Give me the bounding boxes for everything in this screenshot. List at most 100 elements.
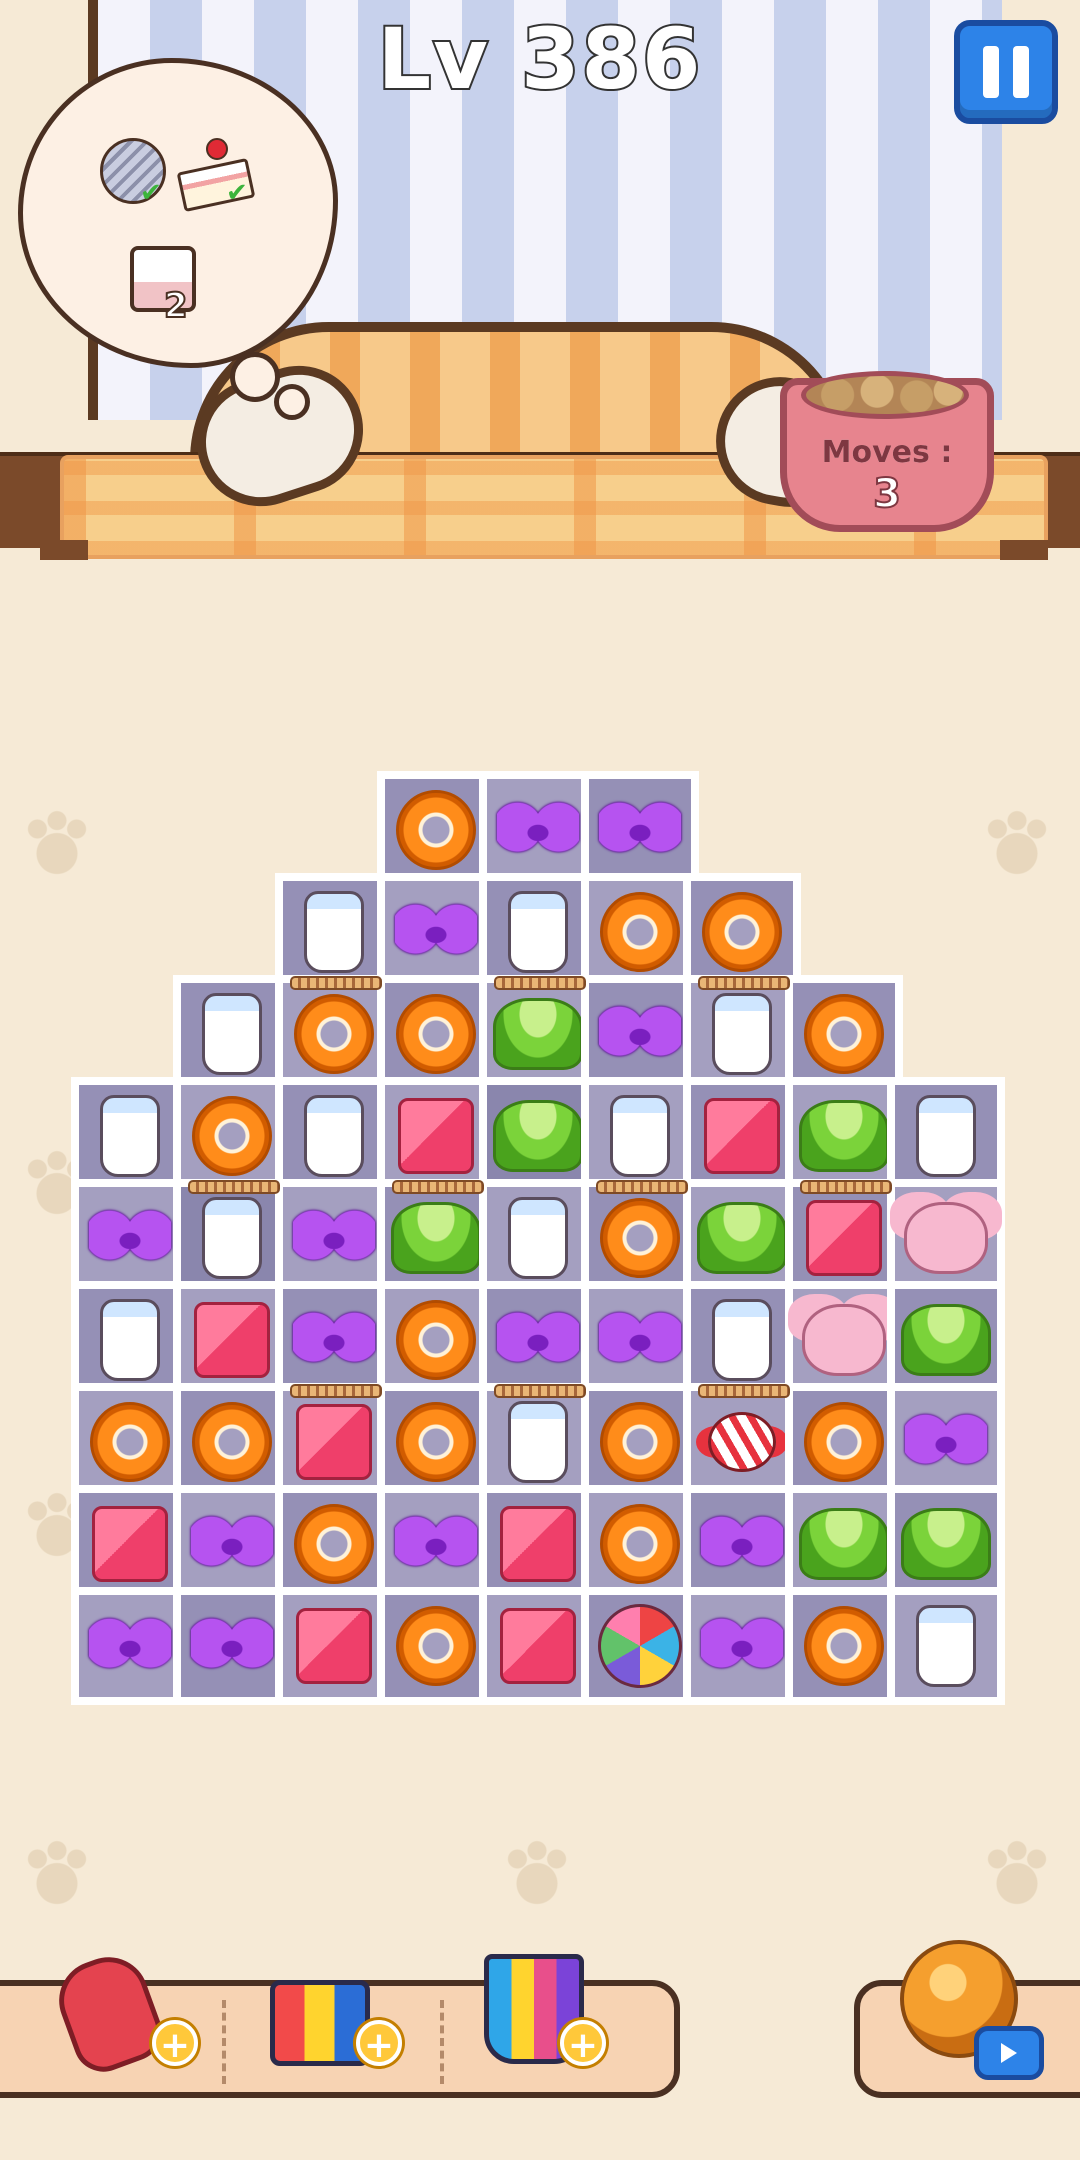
board-cell[interactable] [173, 1587, 291, 1705]
board-cell[interactable] [479, 975, 597, 1093]
board-cell[interactable] [887, 1281, 1005, 1399]
wood-bar-blocker [494, 976, 586, 990]
add-paw-booster-button[interactable]: + [152, 2020, 198, 2066]
donut-icon [396, 1606, 476, 1686]
board-cell[interactable] [581, 1077, 699, 1195]
board-cell[interactable] [275, 975, 393, 1093]
donut-icon [804, 1402, 884, 1482]
add-brush-booster-button[interactable]: + [560, 2020, 606, 2066]
board-cell[interactable] [377, 975, 495, 1093]
board-cell[interactable] [71, 1281, 189, 1399]
board-cell[interactable] [581, 1281, 699, 1399]
board-cell[interactable] [785, 1179, 903, 1297]
board-cell[interactable] [581, 1587, 699, 1705]
gift-box-icon [806, 1200, 882, 1276]
board-cell[interactable] [71, 1383, 189, 1501]
board-cell[interactable] [71, 1179, 189, 1297]
paint-roller-icon[interactable] [270, 1980, 370, 2066]
board-cell[interactable] [683, 1383, 801, 1501]
board-cell[interactable] [683, 1587, 801, 1705]
board-cell[interactable] [683, 1077, 801, 1195]
board-cell[interactable] [479, 1077, 597, 1195]
board-cell[interactable] [377, 1179, 495, 1297]
board-cell[interactable] [377, 1383, 495, 1501]
board-cell[interactable] [887, 1383, 1005, 1501]
board-cell[interactable] [377, 1485, 495, 1603]
wood-bar-blocker [188, 1180, 280, 1194]
bow-icon [293, 1209, 375, 1267]
board-cell[interactable] [173, 1281, 291, 1399]
board-cell[interactable] [785, 1485, 903, 1603]
board-cell[interactable] [377, 873, 495, 991]
board-cell[interactable] [785, 1281, 903, 1399]
video-ad-icon[interactable] [974, 2026, 1044, 2080]
milk-bottle-icon [304, 1095, 364, 1177]
board-cell[interactable] [479, 1587, 597, 1705]
board-cell[interactable] [377, 1281, 495, 1399]
board-cell[interactable] [479, 1383, 597, 1501]
board-cell[interactable] [887, 1077, 1005, 1195]
board-cell[interactable] [479, 771, 597, 889]
bow-icon [89, 1209, 171, 1267]
board-cell[interactable] [683, 1485, 801, 1603]
bow-icon [599, 1005, 681, 1063]
board-cell[interactable] [581, 771, 699, 889]
board-cell[interactable] [275, 1383, 393, 1501]
board-cell[interactable] [479, 1179, 597, 1297]
board-cell[interactable] [887, 1179, 1005, 1297]
board-cell[interactable] [173, 1383, 291, 1501]
board-cell[interactable] [275, 1179, 393, 1297]
donut-icon [600, 1402, 680, 1482]
milk-bottle-icon [712, 1299, 772, 1381]
board-cell[interactable] [275, 1077, 393, 1195]
donut-icon [192, 1096, 272, 1176]
donut-icon [396, 1300, 476, 1380]
game-board [0, 0, 1080, 2160]
board-cell[interactable] [479, 1281, 597, 1399]
board-cell[interactable] [581, 1383, 699, 1501]
board-cell[interactable] [71, 1587, 189, 1705]
board-cell[interactable] [683, 1281, 801, 1399]
bow-icon [599, 1311, 681, 1369]
board-cell[interactable] [683, 873, 801, 991]
jelly-icon [493, 998, 583, 1070]
board-cell[interactable] [377, 1077, 495, 1195]
milk-bottle-icon [916, 1095, 976, 1177]
board-cell[interactable] [377, 771, 495, 889]
wood-bar-blocker [494, 1384, 586, 1398]
board-cell[interactable] [479, 1485, 597, 1603]
board-cell[interactable] [173, 1077, 291, 1195]
board-cell[interactable] [173, 1485, 291, 1603]
board-cell[interactable] [275, 873, 393, 991]
board-cell[interactable] [683, 975, 801, 1093]
board-cell[interactable] [377, 1587, 495, 1705]
board-cell[interactable] [275, 1587, 393, 1705]
board-cell[interactable] [785, 975, 903, 1093]
board-cell[interactable] [275, 1485, 393, 1603]
board-cell[interactable] [581, 1485, 699, 1603]
board-cell[interactable] [581, 975, 699, 1093]
wood-bar-blocker [290, 976, 382, 990]
board-cell[interactable] [173, 1179, 291, 1297]
add-roller-booster-button[interactable]: + [356, 2020, 402, 2066]
board-cell[interactable] [275, 1281, 393, 1399]
board-cell[interactable] [887, 1587, 1005, 1705]
board-cell[interactable] [785, 1383, 903, 1501]
board-cell[interactable] [173, 975, 291, 1093]
board-cell[interactable] [683, 1179, 801, 1297]
bow-icon [191, 1617, 273, 1675]
tray-divider [222, 2000, 226, 2084]
donut-icon [396, 994, 476, 1074]
milk-bottle-icon [304, 891, 364, 973]
wood-bar-blocker [800, 1180, 892, 1194]
board-cell[interactable] [479, 873, 597, 991]
board-cell[interactable] [71, 1077, 189, 1195]
milk-bottle-icon [712, 993, 772, 1075]
board-cell[interactable] [785, 1077, 903, 1195]
board-cell[interactable] [71, 1485, 189, 1603]
board-cell[interactable] [887, 1485, 1005, 1603]
board-cell[interactable] [581, 873, 699, 991]
board-cell[interactable] [785, 1587, 903, 1705]
board-cell[interactable] [581, 1179, 699, 1297]
donut-icon [600, 1198, 680, 1278]
